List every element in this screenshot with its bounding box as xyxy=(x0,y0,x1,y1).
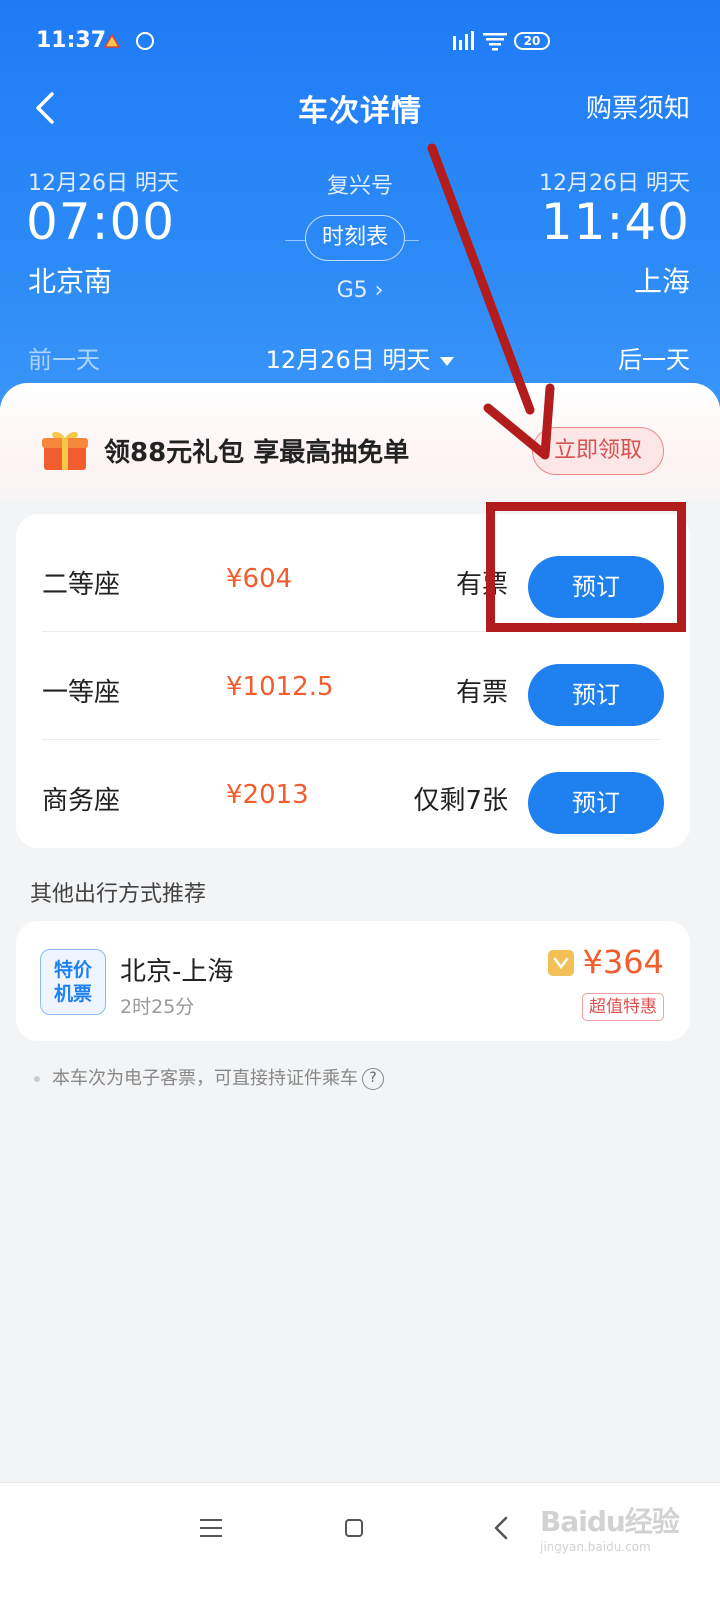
menu-icon[interactable] xyxy=(194,1511,228,1545)
e-ticket-notice: 本车次为电子客票，可直接持证件乘车? xyxy=(34,1064,384,1090)
bullet-dot xyxy=(34,1076,40,1082)
ticket-icon xyxy=(548,950,574,976)
home-icon[interactable] xyxy=(337,1511,371,1545)
flight-price: ¥364 xyxy=(582,943,664,981)
seat-price: ¥2013 xyxy=(226,780,309,810)
notice-text: 本车次为电子客票，可直接持证件乘车 xyxy=(52,1068,358,1089)
gift-icon xyxy=(42,431,88,470)
help-icon[interactable]: ? xyxy=(362,1068,384,1090)
header: 11:37 20 车次详情 购票须知 12月26日 明天 07:00 北京南 复… xyxy=(0,0,720,420)
book-button[interactable]: 预订 xyxy=(528,664,664,726)
date-picker[interactable]: 12月26日 明天 xyxy=(0,340,720,375)
wifi-icon xyxy=(483,33,507,51)
seat-row: 二等座 ¥604 有票 预订 xyxy=(16,524,690,632)
train-number-link[interactable]: G5 › xyxy=(0,278,720,303)
badge-line-2: 机票 xyxy=(53,983,92,1005)
deal-tag: 超值特惠 xyxy=(582,993,664,1021)
arrival-time: 11:40 xyxy=(540,193,690,251)
date-picker-label: 12月26日 明天 xyxy=(265,346,431,374)
flight-recommendation-card[interactable]: 特价 机票 北京-上海 2时25分 ¥364 超值特惠 xyxy=(16,921,690,1041)
signal-icon xyxy=(453,31,474,50)
status-time: 11:37 xyxy=(36,28,107,53)
next-day-button[interactable]: 后一天 xyxy=(618,340,690,375)
schedule-button[interactable]: 时刻表 xyxy=(305,215,405,261)
nav-back-icon[interactable] xyxy=(485,1511,519,1545)
schedule-line-left xyxy=(285,240,305,241)
watermark: Baidu经验 jingyan.baidu.com xyxy=(540,1500,680,1570)
flight-route: 北京-上海 xyxy=(120,957,234,987)
schedule-line-right xyxy=(405,240,419,241)
app-notification-icon xyxy=(104,33,120,48)
caret-down-icon xyxy=(440,356,455,366)
seat-price: ¥604 xyxy=(226,564,293,594)
departure-time: 07:00 xyxy=(26,193,176,251)
seat-class: 商务座 xyxy=(42,786,121,816)
seat-availability: 有票 xyxy=(455,678,508,708)
purchase-notice-link[interactable]: 购票须知 xyxy=(586,88,690,125)
seat-availability: 仅剩7张 xyxy=(413,786,508,816)
arrival-station: 上海 xyxy=(633,265,690,298)
seat-price: ¥1012.5 xyxy=(226,672,334,702)
status-bar: 11:37 20 xyxy=(0,0,720,80)
claim-now-button[interactable]: 立即领取 xyxy=(532,427,664,475)
book-button[interactable]: 预订 xyxy=(528,772,664,834)
badge-line-1: 特价 xyxy=(53,959,92,981)
seat-class: 一等座 xyxy=(42,678,121,708)
seat-row: 商务座 ¥2013 仅剩7张 预订 xyxy=(16,740,690,848)
watermark-main: Baidu经验 xyxy=(540,1505,680,1538)
promo-text: 领88元礼包 享最高抽免单 xyxy=(104,438,410,468)
seat-class: 二等座 xyxy=(42,570,121,600)
book-button[interactable]: 预订 xyxy=(528,556,664,618)
app-status-icon xyxy=(136,32,154,50)
other-options-title: 其他出行方式推荐 xyxy=(30,882,207,907)
seat-availability: 有票 xyxy=(455,570,508,600)
flight-duration: 2时25分 xyxy=(120,996,195,1018)
battery-indicator: 20 xyxy=(514,32,550,50)
cheap-flight-badge: 特价 机票 xyxy=(40,949,106,1015)
watermark-sub: jingyan.baidu.com xyxy=(540,1540,651,1554)
seat-list: 二等座 ¥604 有票 预订 一等座 ¥1012.5 有票 预订 商务座 ¥20… xyxy=(16,514,690,848)
seat-row: 一等座 ¥1012.5 有票 预订 xyxy=(16,632,690,740)
